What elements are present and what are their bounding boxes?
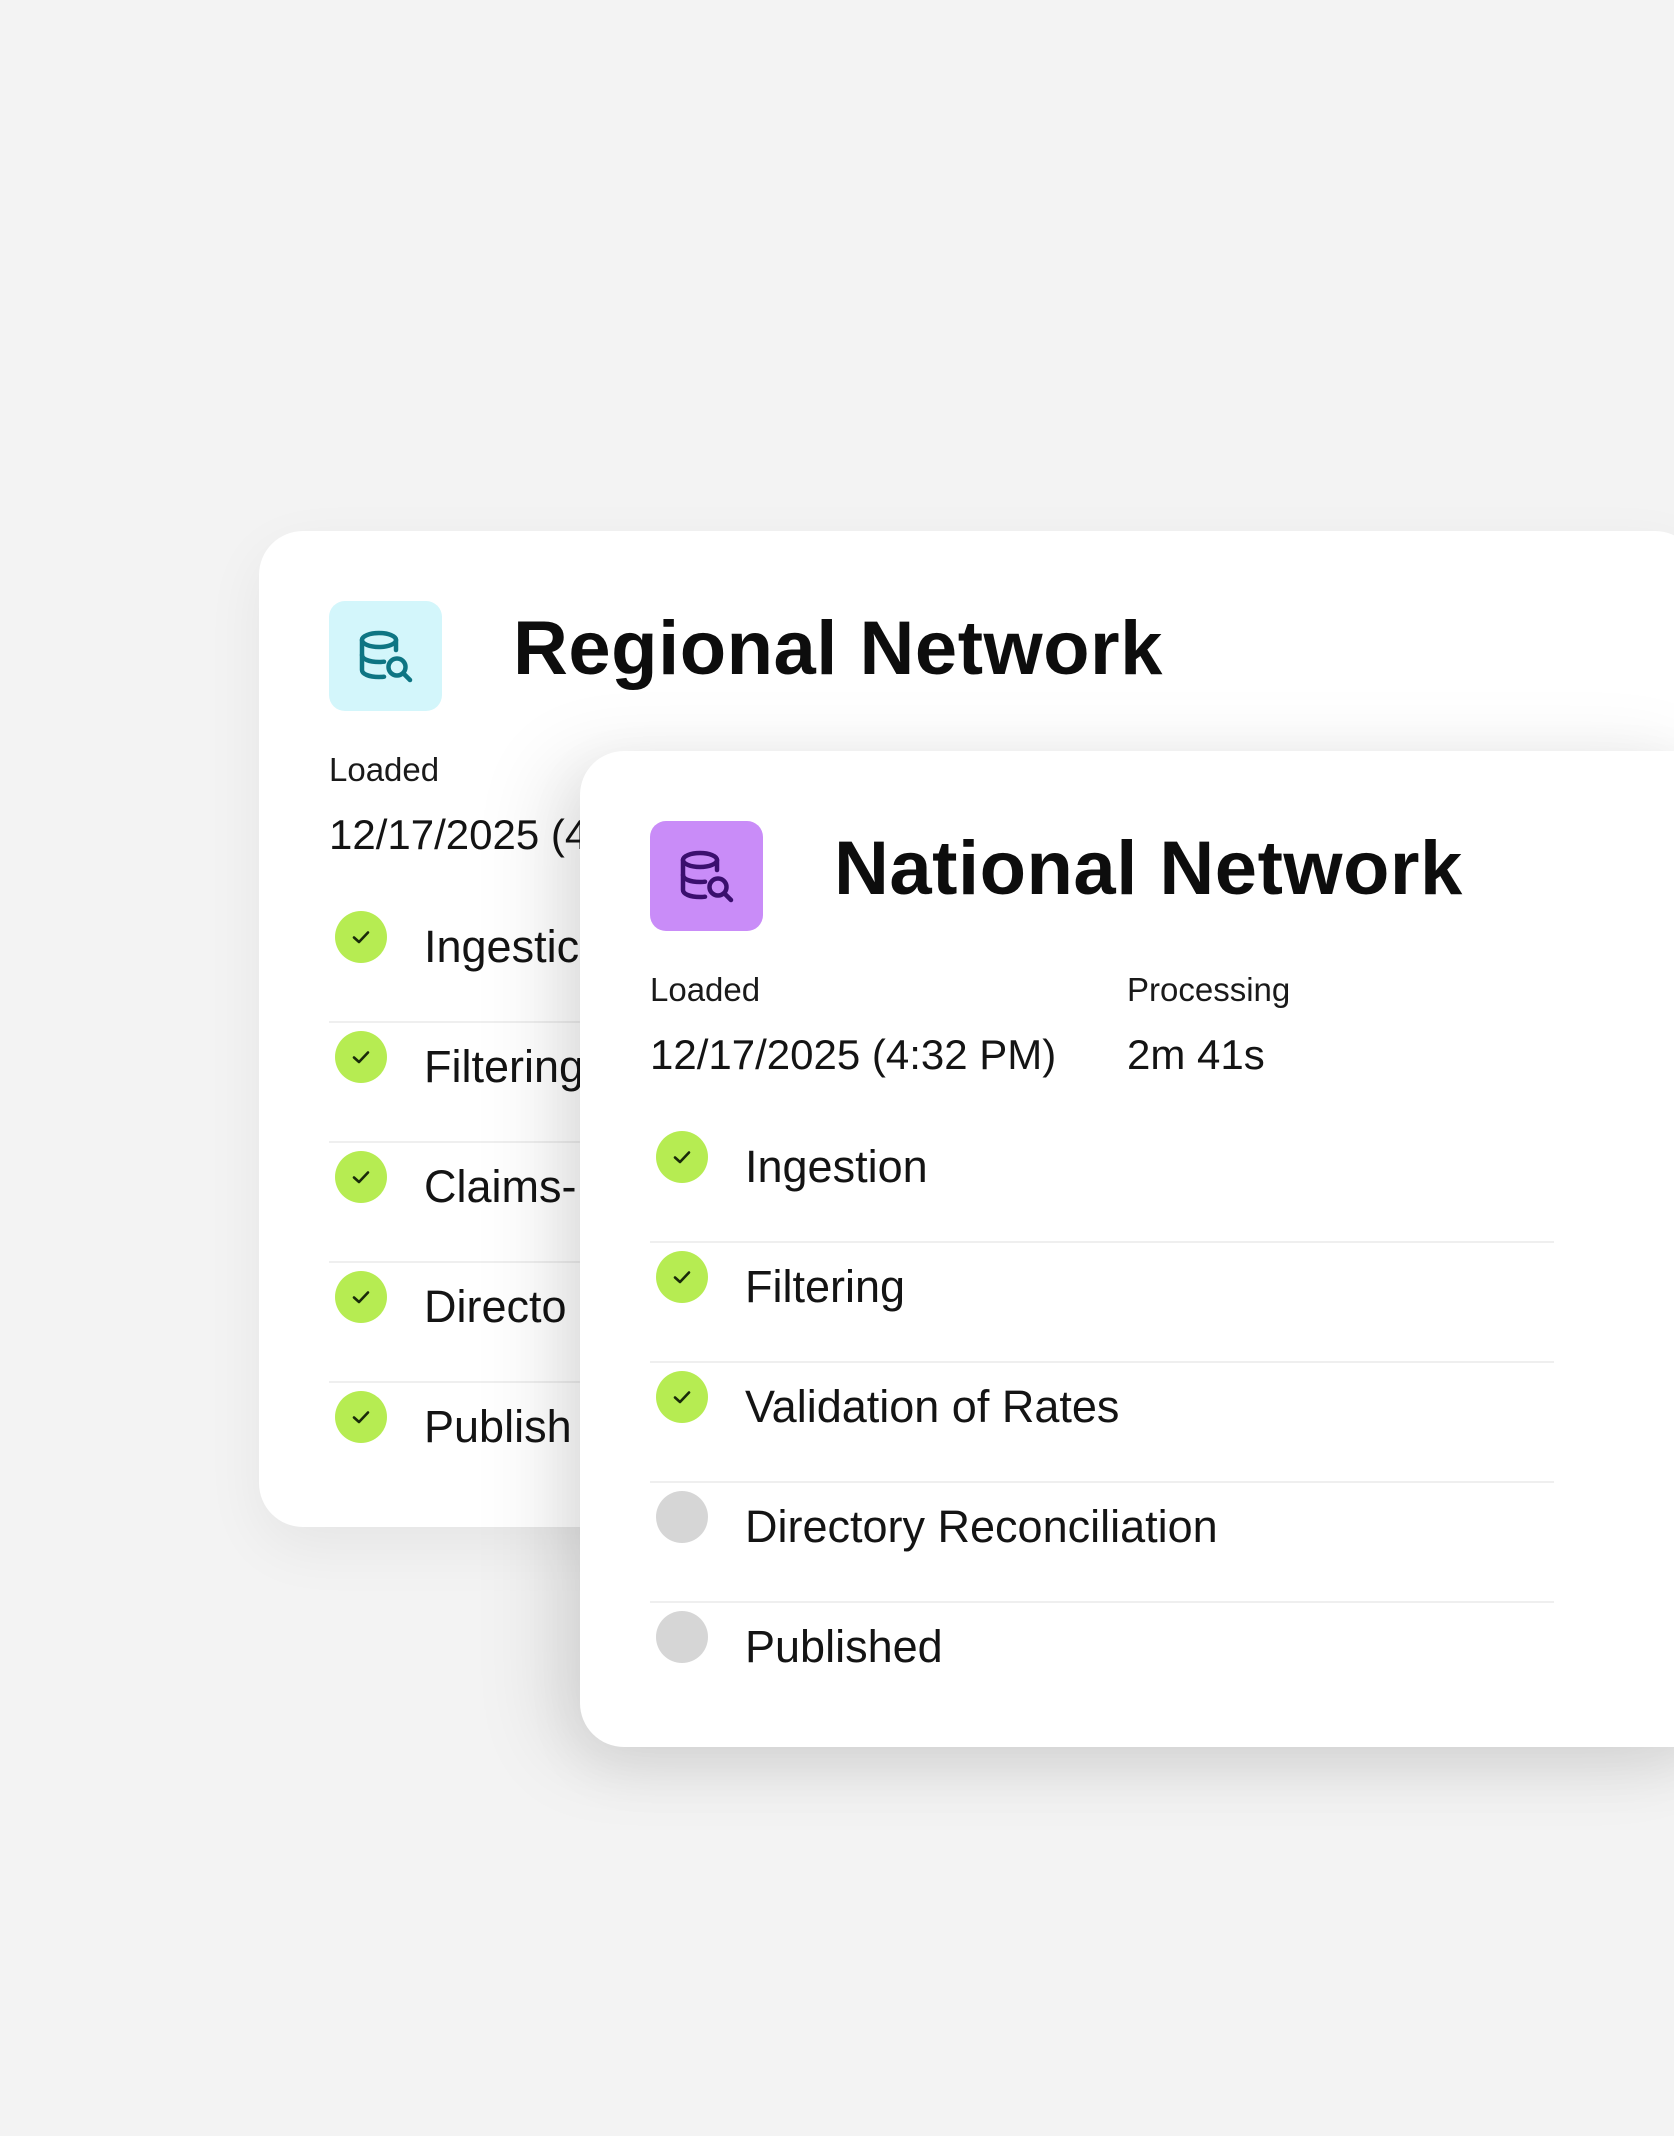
database-search-icon — [680, 850, 733, 903]
checkmark-icon — [352, 931, 370, 944]
step-label: Directo — [424, 1281, 567, 1332]
checkmark-icon — [352, 1051, 370, 1064]
check-circle-icon — [335, 1151, 387, 1203]
checkmark-icon — [352, 1291, 370, 1304]
national-icon-tile — [650, 821, 763, 931]
step-label: Filtering — [745, 1261, 906, 1312]
check-circle-icon — [335, 1031, 387, 1083]
loaded-label: Loaded — [329, 751, 440, 788]
card-title: Regional Network — [513, 606, 1163, 691]
processing-label: Processing — [1127, 971, 1291, 1008]
pending-circle-icon — [656, 1611, 708, 1663]
database-search-icon — [359, 630, 412, 683]
step-label: Directory Reconciliation — [745, 1501, 1218, 1552]
pending-circle-icon — [656, 1491, 708, 1543]
check-circle-icon — [656, 1131, 708, 1183]
checkmark-icon — [352, 1411, 370, 1424]
national-network-card[interactable]: National Network Loaded 12/17/2025 (4:32… — [580, 751, 1674, 1747]
step-label: Validation of Rates — [745, 1381, 1120, 1432]
checkmark-icon — [673, 1271, 691, 1284]
pipeline-steps: Ingestion Filtering Validation of Rates … — [650, 1123, 1554, 1721]
card-title: National Network — [834, 826, 1463, 911]
check-circle-icon — [656, 1371, 708, 1423]
checkmark-icon — [673, 1391, 691, 1404]
regional-icon-tile — [329, 601, 442, 711]
checkmark-icon — [673, 1151, 691, 1164]
step-ingestion: Ingestion — [650, 1123, 1554, 1243]
step-label: Claims- — [424, 1161, 577, 1212]
loaded-value: 12/17/2025 (4 — [329, 811, 589, 858]
step-filtering: Filtering — [650, 1243, 1554, 1363]
step-label: Filtering — [424, 1041, 585, 1092]
loaded-label: Loaded — [650, 971, 761, 1008]
step-published: Published — [650, 1603, 1554, 1721]
check-circle-icon — [335, 1391, 387, 1443]
step-label: Ingestion — [745, 1141, 928, 1192]
check-circle-icon — [335, 911, 387, 963]
loaded-value: 12/17/2025 (4:32 PM) — [650, 1031, 1057, 1078]
step-directory-reconciliation: Directory Reconciliation — [650, 1483, 1554, 1603]
processing-value: 2m 41s — [1127, 1031, 1265, 1078]
check-circle-icon — [335, 1271, 387, 1323]
step-label: Ingestic — [424, 921, 580, 972]
step-validation-of-rates: Validation of Rates — [650, 1363, 1554, 1483]
step-label: Publish — [424, 1401, 572, 1452]
step-label: Published — [745, 1621, 943, 1672]
check-circle-icon — [656, 1251, 708, 1303]
checkmark-icon — [352, 1171, 370, 1184]
